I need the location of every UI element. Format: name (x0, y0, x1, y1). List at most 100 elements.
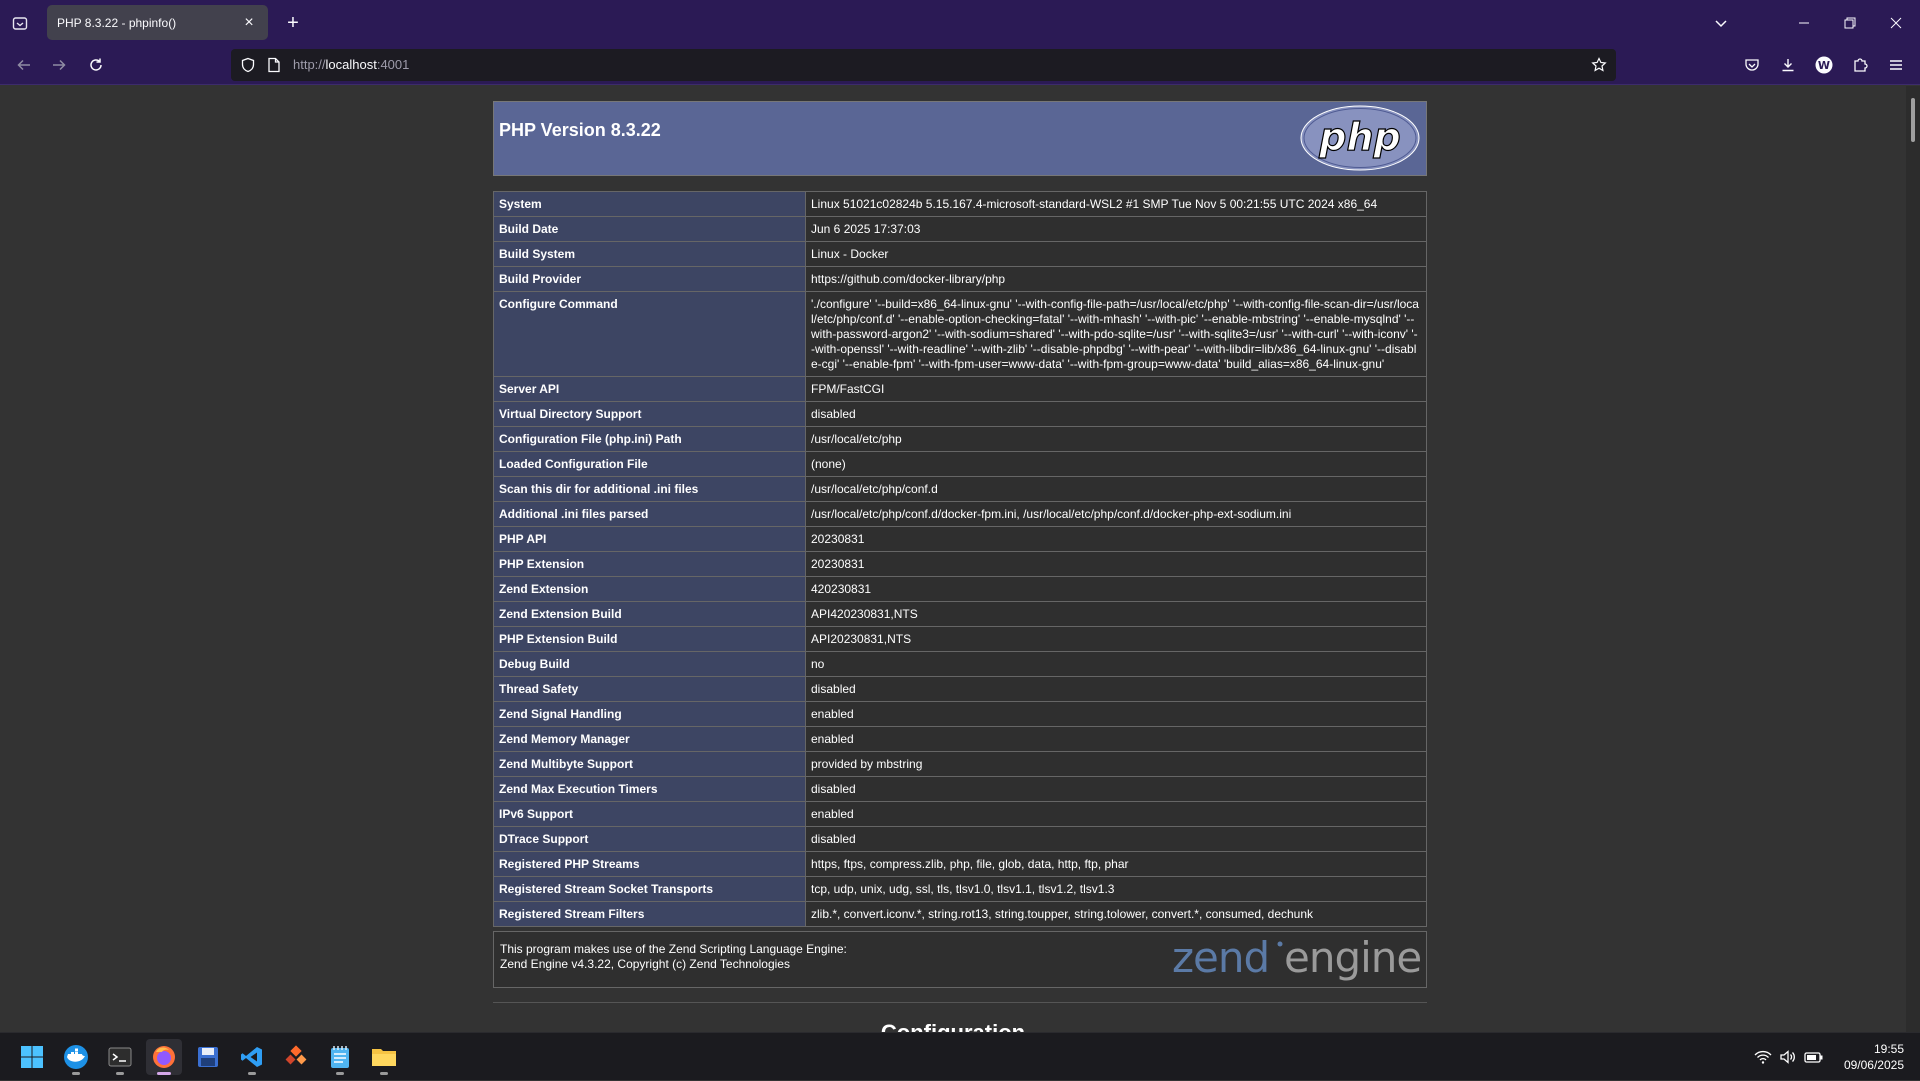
table-row: PHP Extension 20230831 (493, 551, 1427, 577)
row-value: Linux 51021c02824b 5.15.167.4-microsoft-… (805, 191, 1427, 217)
running-indicator (248, 1072, 256, 1075)
taskbar-docker[interactable] (58, 1039, 94, 1075)
page-scrollbar[interactable] (1906, 86, 1920, 1032)
row-key: Zend Extension (493, 576, 806, 602)
url-port: :4001 (376, 57, 410, 72)
back-button[interactable] (9, 51, 39, 79)
taskbar-clock[interactable]: 19:55 09/06/2025 (1844, 1041, 1904, 1073)
phpinfo-table: System Linux 51021c02824b 5.15.167.4-micr… (493, 191, 1427, 927)
row-key: Zend Max Execution Timers (493, 776, 806, 802)
php-version-header: PHP Version 8.3.22 php (493, 101, 1427, 176)
table-row: Registered Stream Socket Transports tcp, … (493, 876, 1427, 902)
taskbar-save-app[interactable] (190, 1039, 226, 1075)
row-value: tcp, udp, unix, udg, ssl, tls, tlsv1.0, … (805, 876, 1427, 902)
row-value: /usr/local/etc/php/conf.d (805, 476, 1427, 502)
row-value: Linux - Docker (805, 241, 1427, 267)
table-row: Build Provider https://github.com/docker-… (493, 266, 1427, 292)
windows-taskbar: 19:55 09/06/2025 (0, 1032, 1920, 1080)
row-key: Zend Memory Manager (493, 726, 806, 752)
tab-close-icon[interactable]: × (240, 14, 258, 32)
battery-icon[interactable] (1804, 1049, 1824, 1065)
row-value: 20230831 (805, 551, 1427, 577)
taskbar-app[interactable] (278, 1039, 314, 1075)
pocket-button[interactable] (1737, 51, 1767, 79)
table-row: Build Date Jun 6 2025 17:37:03 (493, 216, 1427, 242)
row-key: Zend Signal Handling (493, 701, 806, 727)
row-key: IPv6 Support (493, 801, 806, 827)
table-row: PHP Extension Build API20230831,NTS (493, 626, 1427, 652)
table-row: Loaded Configuration File (none) (493, 451, 1427, 477)
zend-logo-word1: zend (1172, 936, 1269, 982)
browser-tab-bar: PHP 8.3.22 - phpinfo() × + (0, 0, 1920, 45)
row-key: Thread Safety (493, 676, 806, 702)
scrollbar-thumb[interactable] (1911, 98, 1915, 142)
clock-date: 09/06/2025 (1843, 1058, 1904, 1072)
start-icon (21, 1046, 43, 1068)
table-row: Build System Linux - Docker (493, 241, 1427, 267)
tab-list-button[interactable] (0, 0, 40, 45)
configuration-heading: Configuration (0, 1020, 1906, 1032)
row-key: Scan this dir for additional .ini files (493, 476, 806, 502)
url-bar[interactable]: http://localhost:4001 (231, 49, 1616, 81)
url-text[interactable]: http://localhost:4001 (293, 57, 409, 72)
table-row: Zend Signal Handling enabled (493, 701, 1427, 727)
tab-title: PHP 8.3.22 - phpinfo() (57, 15, 177, 30)
browser-tab[interactable]: PHP 8.3.22 - phpinfo() × (47, 5, 268, 40)
row-key: Build Date (493, 216, 806, 242)
row-value: API20230831,NTS (805, 626, 1427, 652)
table-row: Registered PHP Streams https, ftps, compr… (493, 851, 1427, 877)
volume-icon[interactable] (1779, 1049, 1797, 1065)
row-value: no (805, 651, 1427, 677)
hamburger-menu-icon (1890, 60, 1902, 70)
start-button[interactable] (14, 1039, 50, 1075)
svg-text:W: W (1818, 59, 1830, 72)
table-row: Zend Max Execution Timers disabled (493, 776, 1427, 802)
restore-button[interactable] (1827, 0, 1873, 45)
account-button[interactable]: W (1809, 51, 1839, 79)
row-value: /usr/local/etc/php (805, 426, 1427, 452)
taskbar-terminal[interactable] (102, 1039, 138, 1075)
page-icon[interactable] (267, 57, 281, 73)
extensions-button[interactable] (1845, 51, 1875, 79)
menu-button[interactable] (1881, 51, 1911, 79)
url-host: localhost (325, 57, 377, 72)
table-row: IPv6 Support enabled (493, 801, 1427, 827)
row-value: './configure' '--build=x86_64-linux-gnu'… (805, 291, 1427, 377)
browser-nav-bar: http://localhost:4001 W (0, 45, 1920, 85)
taskbar-vscode[interactable] (234, 1039, 270, 1075)
row-key: PHP Extension Build (493, 626, 806, 652)
row-value: 420230831 (805, 576, 1427, 602)
new-tab-button[interactable]: + (280, 10, 306, 36)
shield-icon[interactable] (240, 57, 256, 73)
system-tray[interactable] (1754, 1033, 1824, 1081)
forward-button[interactable] (44, 51, 74, 79)
row-value: enabled (805, 701, 1427, 727)
taskbar-file-explorer[interactable] (366, 1039, 402, 1075)
row-value: Jun 6 2025 17:37:03 (805, 216, 1427, 242)
row-key: Loaded Configuration File (493, 451, 806, 477)
table-row: DTrace Support disabled (493, 826, 1427, 852)
row-value: provided by mbstring (805, 751, 1427, 777)
table-row: Scan this dir for additional .ini files /… (493, 476, 1427, 502)
list-all-tabs-button[interactable] (1698, 0, 1744, 45)
app-icon (285, 1045, 307, 1065)
row-key: Build System (493, 241, 806, 267)
zend-line-1: This program makes use of the Zend Scrip… (500, 942, 847, 956)
minimize-button[interactable] (1781, 0, 1827, 45)
row-value: enabled (805, 726, 1427, 752)
php-logo-text: php (1318, 115, 1400, 159)
close-window-button[interactable] (1873, 0, 1919, 45)
account-w-icon: W (1815, 56, 1833, 74)
running-indicator (116, 1072, 124, 1075)
php-logo[interactable]: php (1300, 105, 1420, 171)
downloads-button[interactable] (1773, 51, 1803, 79)
row-value: FPM/FastCGI (805, 376, 1427, 402)
row-key: Registered Stream Filters (493, 901, 806, 927)
wifi-icon[interactable] (1754, 1049, 1772, 1065)
taskbar-notepad[interactable] (322, 1039, 358, 1075)
bookmark-star-icon[interactable] (1591, 57, 1607, 73)
reload-button[interactable] (81, 51, 111, 79)
zend-engine-logo[interactable]: zend engine (1172, 936, 1422, 984)
row-value: https, ftps, compress.zlib, php, file, g… (805, 851, 1427, 877)
taskbar-firefox[interactable] (146, 1039, 182, 1075)
